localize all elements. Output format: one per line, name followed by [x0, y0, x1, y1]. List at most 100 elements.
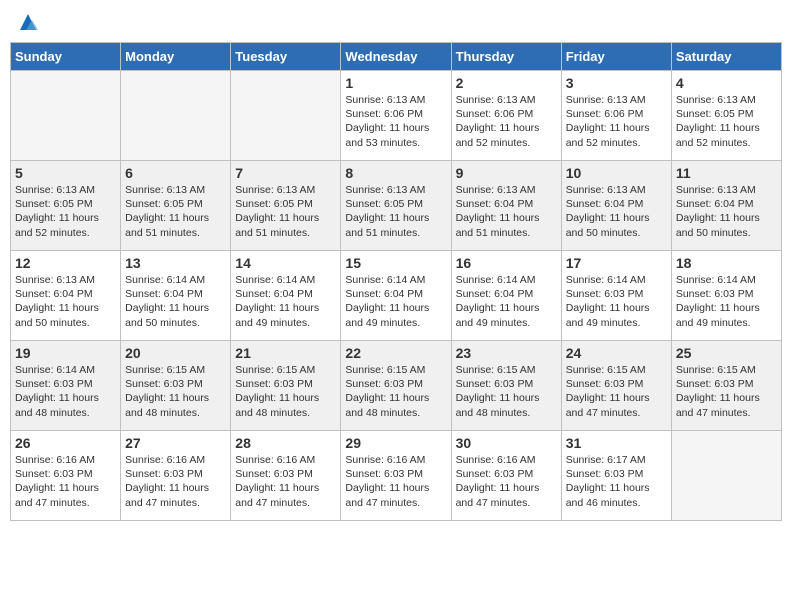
calendar-cell: 1 Sunrise: 6:13 AMSunset: 6:06 PMDaylight…	[341, 71, 451, 161]
day-info: Sunrise: 6:13 AMSunset: 6:04 PMDaylight:…	[456, 183, 557, 240]
day-info: Sunrise: 6:13 AMSunset: 6:05 PMDaylight:…	[676, 93, 777, 150]
calendar-cell: 19 Sunrise: 6:14 AMSunset: 6:03 PMDayligh…	[11, 341, 121, 431]
logo	[14, 10, 40, 34]
day-number: 31	[566, 435, 667, 451]
day-number: 14	[235, 255, 336, 271]
day-info: Sunrise: 6:14 AMSunset: 6:03 PMDaylight:…	[15, 363, 116, 420]
calendar-cell	[121, 71, 231, 161]
day-info: Sunrise: 6:17 AMSunset: 6:03 PMDaylight:…	[566, 453, 667, 510]
calendar-cell: 28Sunrise: 6:16 AMSunset: 6:03 PMDayligh…	[231, 431, 341, 521]
calendar-cell: 23Sunrise: 6:15 AMSunset: 6:03 PMDayligh…	[451, 341, 561, 431]
calendar-table: SundayMondayTuesdayWednesdayThursdayFrid…	[10, 42, 782, 521]
day-number: 2	[456, 75, 557, 91]
day-number: 19	[15, 345, 116, 361]
calendar-week-row: 26 Sunrise: 6:16 AMSunset: 6:03 PMDayligh…	[11, 431, 782, 521]
calendar-cell: 22 Sunrise: 6:15 AMSunset: 6:03 PMDayligh…	[341, 341, 451, 431]
column-header-saturday: Saturday	[671, 43, 781, 71]
day-number: 3	[566, 75, 667, 91]
day-info: Sunrise: 6:16 AMSunset: 6:03 PMDaylight:…	[456, 453, 557, 510]
day-info: Sunrise: 6:13 AMSunset: 6:06 PMDaylight:…	[456, 93, 557, 150]
calendar-week-row: 19 Sunrise: 6:14 AMSunset: 6:03 PMDayligh…	[11, 341, 782, 431]
day-number: 29	[345, 435, 446, 451]
day-number: 4	[676, 75, 777, 91]
day-info: Sunrise: 6:15 AMSunset: 6:03 PMDaylight:…	[125, 363, 226, 420]
calendar-cell: 7 Sunrise: 6:13 AMSunset: 6:05 PMDaylight…	[231, 161, 341, 251]
calendar-cell: 30 Sunrise: 6:16 AMSunset: 6:03 PMDayligh…	[451, 431, 561, 521]
day-number: 6	[125, 165, 226, 181]
day-number: 1	[345, 75, 446, 91]
calendar-cell: 17Sunrise: 6:14 AMSunset: 6:03 PMDayligh…	[561, 251, 671, 341]
calendar-cell: 13 Sunrise: 6:14 AMSunset: 6:04 PMDayligh…	[121, 251, 231, 341]
calendar-week-row: 5 Sunrise: 6:13 AMSunset: 6:05 PMDaylight…	[11, 161, 782, 251]
calendar-cell: 10 Sunrise: 6:13 AMSunset: 6:04 PMDayligh…	[561, 161, 671, 251]
day-info: Sunrise: 6:13 AMSunset: 6:04 PMDaylight:…	[15, 273, 116, 330]
calendar-cell: 14 Sunrise: 6:14 AMSunset: 6:04 PMDayligh…	[231, 251, 341, 341]
day-info: Sunrise: 6:15 AMSunset: 6:03 PMDaylight:…	[566, 363, 667, 420]
day-number: 9	[456, 165, 557, 181]
day-info: Sunrise: 6:15 AMSunset: 6:03 PMDaylight:…	[456, 363, 557, 420]
calendar-cell: 9 Sunrise: 6:13 AMSunset: 6:04 PMDaylight…	[451, 161, 561, 251]
calendar-week-row: 12Sunrise: 6:13 AMSunset: 6:04 PMDayligh…	[11, 251, 782, 341]
column-header-wednesday: Wednesday	[341, 43, 451, 71]
calendar-cell: 26 Sunrise: 6:16 AMSunset: 6:03 PMDayligh…	[11, 431, 121, 521]
header	[10, 10, 782, 34]
calendar-cell: 6 Sunrise: 6:13 AMSunset: 6:05 PMDaylight…	[121, 161, 231, 251]
day-info: Sunrise: 6:15 AMSunset: 6:03 PMDaylight:…	[345, 363, 446, 420]
day-number: 15	[345, 255, 446, 271]
calendar-cell: 20 Sunrise: 6:15 AMSunset: 6:03 PMDayligh…	[121, 341, 231, 431]
day-info: Sunrise: 6:13 AMSunset: 6:06 PMDaylight:…	[345, 93, 446, 150]
day-number: 24	[566, 345, 667, 361]
day-info: Sunrise: 6:14 AMSunset: 6:04 PMDaylight:…	[125, 273, 226, 330]
day-info: Sunrise: 6:14 AMSunset: 6:04 PMDaylight:…	[456, 273, 557, 330]
day-info: Sunrise: 6:16 AMSunset: 6:03 PMDaylight:…	[345, 453, 446, 510]
day-number: 26	[15, 435, 116, 451]
day-number: 27	[125, 435, 226, 451]
calendar-cell	[11, 71, 121, 161]
calendar-cell: 12Sunrise: 6:13 AMSunset: 6:04 PMDayligh…	[11, 251, 121, 341]
day-info: Sunrise: 6:13 AMSunset: 6:05 PMDaylight:…	[125, 183, 226, 240]
calendar-cell: 8 Sunrise: 6:13 AMSunset: 6:05 PMDaylight…	[341, 161, 451, 251]
day-number: 13	[125, 255, 226, 271]
day-number: 17	[566, 255, 667, 271]
day-number: 7	[235, 165, 336, 181]
column-header-sunday: Sunday	[11, 43, 121, 71]
day-number: 20	[125, 345, 226, 361]
calendar-cell: 21 Sunrise: 6:15 AMSunset: 6:03 PMDayligh…	[231, 341, 341, 431]
day-number: 22	[345, 345, 446, 361]
day-info: Sunrise: 6:13 AMSunset: 6:04 PMDaylight:…	[566, 183, 667, 240]
day-number: 21	[235, 345, 336, 361]
day-number: 5	[15, 165, 116, 181]
calendar-header-row: SundayMondayTuesdayWednesdayThursdayFrid…	[11, 43, 782, 71]
calendar-cell: 18 Sunrise: 6:14 AMSunset: 6:03 PMDayligh…	[671, 251, 781, 341]
day-info: Sunrise: 6:14 AMSunset: 6:04 PMDaylight:…	[345, 273, 446, 330]
logo-icon	[16, 10, 40, 34]
calendar-cell: 11 Sunrise: 6:13 AMSunset: 6:04 PMDayligh…	[671, 161, 781, 251]
day-number: 16	[456, 255, 557, 271]
day-number: 18	[676, 255, 777, 271]
day-info: Sunrise: 6:15 AMSunset: 6:03 PMDaylight:…	[235, 363, 336, 420]
calendar-cell	[671, 431, 781, 521]
day-info: Sunrise: 6:15 AMSunset: 6:03 PMDaylight:…	[676, 363, 777, 420]
day-info: Sunrise: 6:13 AMSunset: 6:05 PMDaylight:…	[235, 183, 336, 240]
day-number: 28	[235, 435, 336, 451]
calendar-week-row: 1 Sunrise: 6:13 AMSunset: 6:06 PMDaylight…	[11, 71, 782, 161]
calendar-cell: 27Sunrise: 6:16 AMSunset: 6:03 PMDayligh…	[121, 431, 231, 521]
day-number: 30	[456, 435, 557, 451]
calendar-cell: 3Sunrise: 6:13 AMSunset: 6:06 PMDaylight…	[561, 71, 671, 161]
day-info: Sunrise: 6:13 AMSunset: 6:05 PMDaylight:…	[15, 183, 116, 240]
day-info: Sunrise: 6:14 AMSunset: 6:04 PMDaylight:…	[235, 273, 336, 330]
day-number: 10	[566, 165, 667, 181]
day-info: Sunrise: 6:16 AMSunset: 6:03 PMDaylight:…	[15, 453, 116, 510]
day-number: 8	[345, 165, 446, 181]
calendar-cell: 5 Sunrise: 6:13 AMSunset: 6:05 PMDaylight…	[11, 161, 121, 251]
column-header-thursday: Thursday	[451, 43, 561, 71]
column-header-friday: Friday	[561, 43, 671, 71]
calendar-cell: 16 Sunrise: 6:14 AMSunset: 6:04 PMDayligh…	[451, 251, 561, 341]
day-info: Sunrise: 6:14 AMSunset: 6:03 PMDaylight:…	[676, 273, 777, 330]
day-info: Sunrise: 6:13 AMSunset: 6:04 PMDaylight:…	[676, 183, 777, 240]
calendar-cell: 29 Sunrise: 6:16 AMSunset: 6:03 PMDayligh…	[341, 431, 451, 521]
day-info: Sunrise: 6:13 AMSunset: 6:05 PMDaylight:…	[345, 183, 446, 240]
day-number: 11	[676, 165, 777, 181]
calendar-cell: 31 Sunrise: 6:17 AMSunset: 6:03 PMDayligh…	[561, 431, 671, 521]
column-header-tuesday: Tuesday	[231, 43, 341, 71]
